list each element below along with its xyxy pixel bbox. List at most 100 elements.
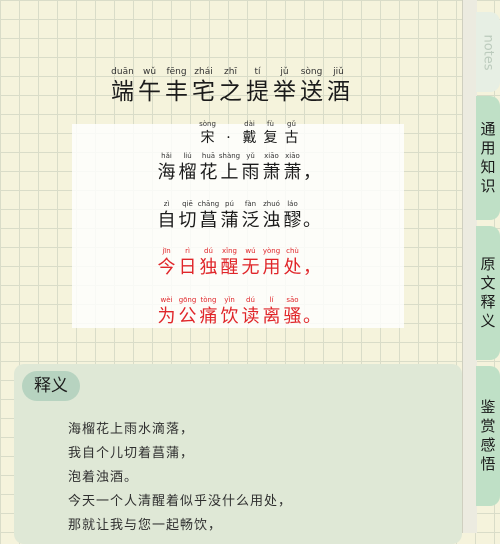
punctuation: 。 — [303, 306, 321, 327]
pinyin: dú — [204, 247, 213, 255]
hanzi: 宋 — [200, 130, 215, 146]
ruby-char: tòng 痛 — [198, 295, 219, 329]
hanzi: 离 — [262, 306, 281, 327]
poem-line-1: hǎi 海 liú 榴 huā 花 shàng 上 yǔ 雨 xiāo 萧 xiāo 萧， — [156, 151, 322, 185]
pinyin: jǔ — [280, 67, 289, 77]
ruby-char: yǔ 雨 — [240, 151, 261, 185]
hanzi: 用 — [262, 257, 281, 278]
hanzi: 丰 — [165, 79, 188, 105]
hanzi: 独 — [199, 257, 218, 278]
pinyin: sòng — [199, 120, 216, 128]
pinyin: fàn — [244, 200, 257, 208]
pinyin: zhī — [224, 67, 237, 77]
explanation-tag: 释义 — [22, 371, 80, 401]
hanzi: 送 — [300, 79, 323, 105]
ruby-char: dú 读 — [240, 295, 261, 329]
ruby-char: lí 离 — [261, 295, 282, 329]
hanzi: 举 — [273, 79, 296, 105]
hanzi: 上 — [220, 162, 239, 183]
ruby-char: tí 提 — [245, 66, 270, 106]
ruby-char: liú 榴 — [177, 151, 198, 185]
hanzi: 之 — [219, 79, 242, 105]
hanzi: 雨 — [241, 162, 260, 183]
pinyin: tòng — [200, 296, 217, 304]
pinyin: gǔ — [287, 120, 296, 128]
hanzi: 泛 — [241, 210, 260, 231]
ruby-char: jiǔ 酒 — [326, 66, 351, 106]
pinyin: zhái — [194, 67, 213, 77]
pinyin: chāng — [197, 200, 220, 208]
hanzi: 提 — [246, 79, 269, 105]
pinyin: zhuó — [263, 200, 280, 208]
pinyin: zì — [163, 200, 170, 208]
ruby-char: sāo 骚 — [282, 295, 303, 329]
ruby-char: xiāo 萧 — [282, 151, 303, 185]
hanzi: 痛 — [199, 306, 218, 327]
hanzi: 菖 — [199, 210, 218, 231]
ruby-char: zì 自 — [156, 199, 177, 233]
hanzi: 今 — [157, 257, 176, 278]
explanation-line: 泡着浊酒。 — [68, 470, 139, 485]
pinyin: gōng — [178, 296, 197, 304]
ruby-char: dú 独 — [198, 246, 219, 280]
pinyin: lí — [269, 296, 274, 304]
explanation-line: 海榴花上雨水滴落， — [68, 422, 195, 437]
hanzi: 复 — [263, 130, 278, 146]
hanzi: 醪 — [283, 210, 302, 231]
hanzi: 萧 — [262, 162, 281, 183]
explanation-line: 今天一个人清醒着似乎没什么用处， — [68, 494, 293, 509]
tab-label: 原文释义 — [480, 255, 496, 330]
ruby-char: wǔ 午 — [137, 66, 162, 106]
punctuation: ， — [303, 162, 321, 183]
ruby-char: qiē 切 — [177, 199, 198, 233]
hanzi: 榴 — [178, 162, 197, 183]
ruby-char: duān 端 — [110, 66, 135, 106]
ruby-char: sòng 送 — [299, 66, 324, 106]
ruby-char: zhái 宅 — [191, 66, 216, 106]
poem-title: duān 端 wǔ 午 fēng 丰 zhái 宅 zhī 之 tí 提 jǔ 举 sòng 送 jiǔ 酒 — [110, 66, 351, 106]
ruby-char: fēng 丰 — [164, 66, 189, 106]
hanzi: 端 — [111, 79, 134, 105]
hanzi: 海 — [157, 162, 176, 183]
hanzi: 为 — [157, 306, 176, 327]
ruby-char: fàn 泛 — [240, 199, 261, 233]
pinyin: wèi — [160, 296, 173, 304]
poem-line-2: zì 自 qiē 切 chāng 菖 pú 蒲 fàn 泛 zhuó 浊 láo 醪。 — [156, 199, 322, 233]
pinyin: xǐng — [222, 247, 237, 255]
pinyin: sāo — [286, 296, 299, 304]
ruby-char: jǔ 举 — [272, 66, 297, 106]
hanzi: 处 — [283, 257, 302, 278]
hanzi: 午 — [138, 79, 161, 105]
poem-line-4: wèi 为 gōng 公 tòng 痛 yǐn 饮 dú 读 lí 离 sāo 骚。 — [156, 295, 322, 329]
explanation-line: 我自个儿切着菖蒲， — [68, 446, 195, 461]
ruby-char: gǔ 古 — [281, 119, 302, 147]
hanzi: 浊 — [262, 210, 281, 231]
ruby-char: chāng 菖 — [198, 199, 219, 233]
hanzi: 公 — [178, 306, 197, 327]
tab-notes-label: notes — [480, 33, 496, 71]
pinyin: duān — [111, 67, 134, 77]
tab-notes[interactable]: notes — [476, 12, 500, 92]
pinyin: chù — [286, 247, 299, 255]
ruby-char: pú 蒲 — [219, 199, 240, 233]
ruby-char: jīn 今 — [156, 246, 177, 280]
pinyin: dú — [246, 296, 255, 304]
ruby-char: fù 复 — [260, 119, 281, 147]
pinyin: huā — [201, 152, 216, 160]
pinyin: fēng — [166, 67, 187, 77]
hanzi: 骚 — [283, 306, 302, 327]
tab-original-meaning[interactable]: 原文释义 — [476, 226, 500, 360]
hanzi: · — [226, 130, 231, 146]
hanzi: 花 — [199, 162, 218, 183]
ruby-char: wèi 为 — [156, 295, 177, 329]
pinyin: tí — [254, 67, 261, 77]
ruby-char: wú 无 — [240, 246, 261, 280]
tab-general-knowledge[interactable]: 通用知识 — [476, 96, 500, 220]
tab-appreciation[interactable]: 鉴赏感悟 — [476, 366, 500, 506]
hanzi: 饮 — [220, 306, 239, 327]
explanation-line: 那就让我与您一起畅饮， — [68, 518, 223, 533]
hanzi: 古 — [284, 130, 299, 146]
ruby-char: gōng 公 — [177, 295, 198, 329]
pinyin: shàng — [218, 152, 241, 160]
poem-line-3: jīn 今 rì 日 dú 独 xǐng 醒 wú 无 yòng 用 chù 处， — [156, 246, 322, 280]
